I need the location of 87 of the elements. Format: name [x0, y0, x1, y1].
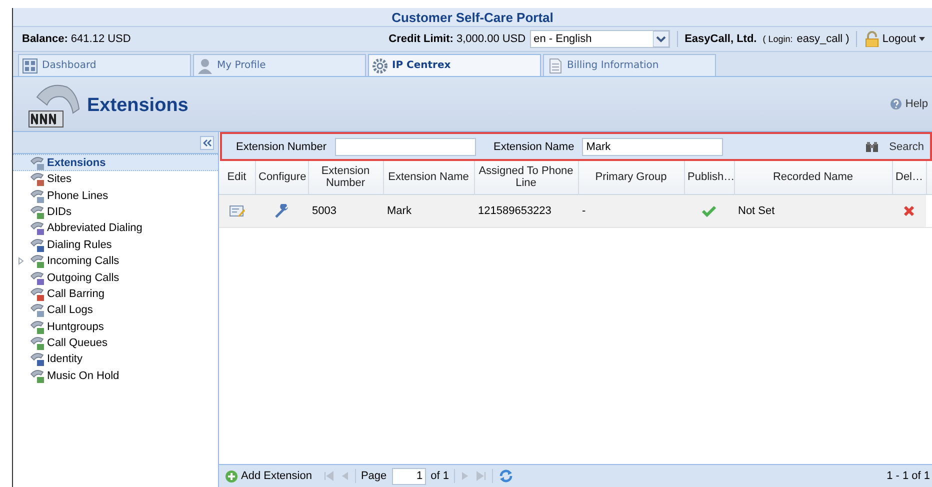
login-label: ( Login:: [762, 34, 793, 44]
page-title: Extensions: [87, 95, 188, 117]
handset-icon: [29, 270, 45, 286]
sidebar-item[interactable]: Call Queues: [13, 334, 218, 352]
handset-icon: [29, 351, 45, 368]
table-cell: -: [578, 194, 684, 227]
sidebar-item[interactable]: Music On Hold: [13, 368, 218, 384]
column-header[interactable]: Publish…: [684, 161, 734, 194]
add-extension-button[interactable]: Add Extension: [225, 470, 312, 482]
sidebar-item[interactable]: Phone Lines: [13, 187, 218, 204]
gear-icon: [372, 58, 388, 74]
tab[interactable]: Billing Information: [543, 54, 716, 76]
next-page-icon[interactable]: [460, 470, 470, 482]
sidebar-item[interactable]: Dialing Rules: [13, 236, 218, 253]
column-header[interactable]: Primary Group: [578, 161, 684, 194]
sidebar-item[interactable]: Extensions: [13, 154, 218, 171]
page-count: of 1: [430, 470, 449, 482]
column-header[interactable]: Del…: [892, 161, 926, 194]
table-cell: 5003: [308, 194, 383, 227]
handset-icon: [29, 204, 45, 220]
column-header[interactable]: Configure: [255, 161, 308, 194]
dashboard-icon: [22, 58, 38, 74]
sidebar-item[interactable]: Incoming Calls: [13, 252, 218, 270]
handset-icon: [29, 335, 45, 352]
column-header[interactable]: Edit: [219, 161, 255, 194]
table-cell: 121589653223: [474, 194, 578, 227]
tab[interactable]: IP Centrex: [368, 54, 541, 76]
handset-icon: [29, 368, 45, 384]
logout-button[interactable]: Logout: [864, 31, 926, 47]
column-header[interactable]: Assigned To Phone Line: [474, 161, 578, 194]
filter-label: Extension Number: [236, 140, 326, 152]
sidebar-item[interactable]: Huntgroups: [13, 318, 218, 335]
handset-icon: [29, 253, 45, 270]
collapse-button[interactable]: [200, 136, 214, 150]
handset-icon: [29, 286, 45, 302]
tab[interactable]: Dashboard: [18, 54, 191, 76]
tab[interactable]: My Profile: [193, 54, 366, 76]
sidebar-item[interactable]: Outgoing Calls: [13, 269, 218, 286]
wrench-icon[interactable]: [274, 204, 290, 218]
sidebar-item[interactable]: Call Logs: [13, 302, 218, 319]
login-name: easy_call ): [796, 33, 850, 45]
credit-limit-text: Credit Limit: 3,000.00 USD: [388, 33, 526, 45]
dropdown-arrow-icon[interactable]: [652, 31, 669, 47]
table-cell: Mark: [383, 194, 474, 227]
last-page-icon[interactable]: [475, 470, 487, 482]
handset-icon: [29, 154, 45, 170]
edit-icon[interactable]: [229, 204, 245, 218]
plus-icon: [225, 470, 238, 482]
handset-icon: [29, 220, 45, 236]
double-chevron-icon: [202, 138, 212, 146]
sidebar-item[interactable]: Call Barring: [13, 286, 218, 302]
sidebar-item[interactable]: Abbreviated Dialing: [13, 220, 218, 237]
handset-icon: [29, 171, 45, 188]
handset-icon: [29, 188, 45, 204]
sidebar-item[interactable]: DIDs: [13, 204, 218, 220]
previous-page-icon[interactable]: [340, 470, 350, 482]
first-page-icon[interactable]: [322, 470, 335, 482]
balance-text: Balance: 641.12 USD: [22, 33, 131, 45]
page-field[interactable]: 1: [392, 468, 426, 484]
expand-arrow-icon[interactable]: [18, 257, 24, 266]
document-icon: [547, 58, 563, 74]
language-dropdown[interactable]: en - English: [530, 30, 670, 48]
page-label: Page: [360, 470, 387, 482]
help-link[interactable]: Help: [890, 98, 928, 110]
delete-icon[interactable]: [903, 204, 915, 216]
column-header[interactable]: Extension Number: [308, 161, 383, 194]
sidebar-item[interactable]: Sites: [13, 171, 218, 188]
handset-icon: [29, 318, 45, 335]
company-name: EasyCall, Ltd.: [684, 33, 757, 45]
column-header[interactable]: Extension Name: [383, 161, 474, 194]
handset-icon: [29, 236, 45, 253]
table-cell: Not Set: [734, 194, 892, 227]
input-field[interactable]: [334, 138, 476, 156]
padlock-icon: [864, 31, 880, 47]
filter-label: Extension Name: [494, 140, 574, 152]
binoculars-icon: [865, 140, 880, 152]
column-header[interactable]: Recorded Name: [734, 161, 892, 194]
person-icon: [197, 58, 213, 74]
sidebar-item[interactable]: Identity: [13, 351, 218, 368]
help-icon: [890, 98, 902, 110]
portal-title: Customer Self-Care Portal: [392, 10, 554, 24]
handset-icon: [29, 302, 45, 318]
refresh-icon[interactable]: [498, 469, 514, 483]
input-field[interactable]: Mark: [582, 138, 724, 156]
caret-icon: [918, 36, 926, 42]
search-button[interactable]: Search: [865, 140, 924, 152]
record-count: 1 - 1 of 1: [886, 470, 931, 482]
